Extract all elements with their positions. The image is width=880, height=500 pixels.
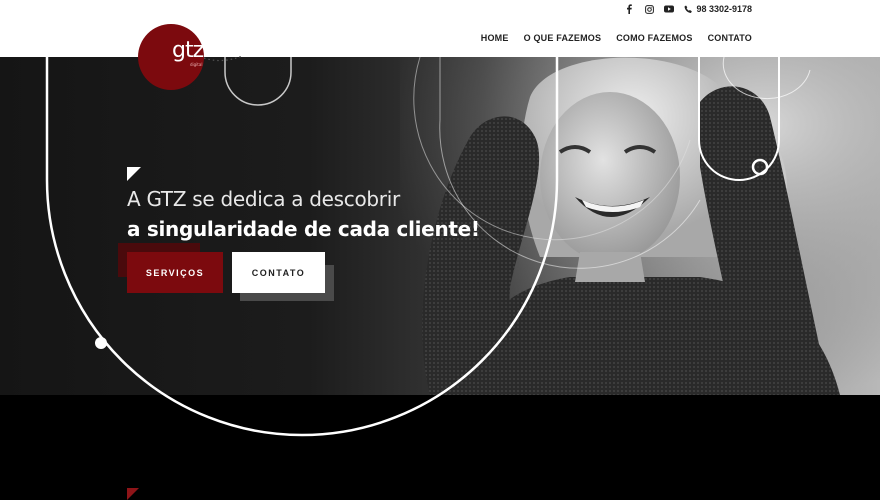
brand-logo[interactable]: gtz digital <box>138 24 204 90</box>
top-bar: 98 3302-9178 <box>624 4 752 14</box>
phone-contact[interactable]: 98 3302-9178 <box>684 4 752 14</box>
main-nav: HOME O QUE FAZEMOS COMO FAZEMOS CONTATO <box>481 33 752 43</box>
phone-icon <box>684 5 693 13</box>
section-corner-mark <box>127 488 139 500</box>
nav-home[interactable]: HOME <box>481 33 509 43</box>
contact-button[interactable]: CONTATO <box>232 252 325 293</box>
hero-copy: A GTZ se dedica a descobrir a singularid… <box>127 167 480 241</box>
lower-section <box>0 395 880 500</box>
youtube-icon[interactable] <box>664 4 675 14</box>
hero-heading-line2: a singularidade de cada cliente! <box>127 217 480 241</box>
site-header: 98 3302-9178 HOME O QUE FAZEMOS COMO FAZ… <box>0 0 880 57</box>
facebook-icon[interactable] <box>624 4 634 14</box>
logo-decoration <box>204 55 243 62</box>
logo-text: gtz <box>172 38 204 63</box>
hero-corner-mark <box>127 167 141 181</box>
instagram-icon[interactable] <box>644 4 654 14</box>
services-button[interactable]: SERVIÇOS <box>127 252 223 293</box>
nav-como-fazemos[interactable]: COMO FAZEMOS <box>616 33 692 43</box>
nav-contato[interactable]: CONTATO <box>708 33 752 43</box>
logo-subtext: digital <box>190 62 203 67</box>
nav-o-que-fazemos[interactable]: O QUE FAZEMOS <box>524 33 602 43</box>
hero-section: A GTZ se dedica a descobrir a singularid… <box>0 57 880 395</box>
phone-number: 98 3302-9178 <box>696 4 752 14</box>
hero-heading-line1: A GTZ se dedica a descobrir <box>127 187 400 211</box>
